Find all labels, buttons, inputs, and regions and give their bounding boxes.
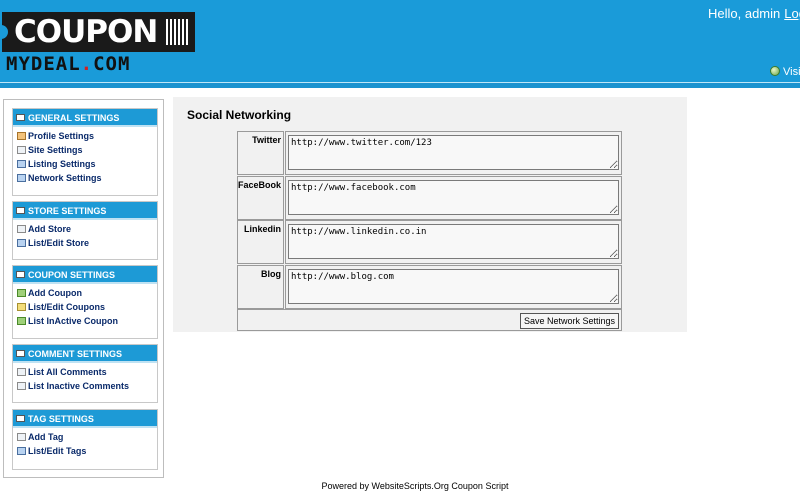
field-label: Twitter (237, 131, 284, 175)
header-bottom-bar (0, 83, 800, 88)
logo-word: COUPON (14, 14, 158, 50)
logo-com: COM (93, 53, 131, 75)
sidebar-item-label: Add Store (28, 224, 72, 234)
blog-url-input[interactable]: http://www.blog.com (288, 269, 619, 304)
ticket-notch (0, 25, 8, 39)
header: COUPON MYDEAL.COM Hello, adminLog Visi (0, 0, 800, 88)
settings-icon (16, 114, 25, 121)
panel-title: GENERAL SETTINGS (28, 113, 120, 123)
logo-mydeal: MYDEAL (6, 53, 81, 75)
sidebar-item-list-edit-store[interactable]: List/Edit Store (17, 236, 157, 250)
tag-icon (16, 415, 25, 422)
logout-link[interactable]: Log (784, 6, 800, 21)
panel-title: TAG SETTINGS (28, 414, 94, 424)
panel-header: TAG SETTINGS (13, 410, 157, 428)
field-cell: http://www.blog.com (285, 265, 622, 309)
sidebar: GENERAL SETTINGS Profile Settings Site S… (3, 99, 164, 478)
coupon-icon (16, 271, 25, 278)
folder-icon (17, 303, 26, 311)
list-icon (17, 160, 26, 168)
add-coupon-icon (17, 289, 26, 297)
sidebar-item-list-inactive-comments[interactable]: List Inactive Comments (17, 379, 157, 393)
page-icon (17, 146, 26, 154)
form-row-twitter: Twitter http://www.twitter.com/123 (237, 131, 622, 175)
panel-general-settings: GENERAL SETTINGS Profile Settings Site S… (12, 108, 158, 196)
sidebar-item-add-coupon[interactable]: Add Coupon (17, 286, 157, 300)
panel-header: COMMENT SETTINGS (13, 345, 157, 363)
linkedin-url-input[interactable]: http://www.linkedin.co.in (288, 224, 619, 259)
panel-title: STORE SETTINGS (28, 206, 107, 216)
globe-icon (770, 66, 780, 76)
store-icon (16, 207, 25, 214)
site-logo[interactable]: COUPON MYDEAL.COM (0, 12, 196, 75)
sidebar-item-label: List All Comments (28, 367, 107, 377)
sidebar-item-listing-settings[interactable]: Listing Settings (17, 157, 157, 171)
field-cell: http://www.twitter.com/123 (285, 131, 622, 175)
panel-header: COUPON SETTINGS (13, 266, 157, 284)
twitter-url-input[interactable]: http://www.twitter.com/123 (288, 135, 619, 170)
logo-coupon-text: COUPON (0, 12, 195, 52)
field-cell: http://www.linkedin.co.in (285, 220, 622, 264)
panel-header: STORE SETTINGS (13, 202, 157, 220)
panel-title: COMMENT SETTINGS (28, 349, 122, 359)
sidebar-item-label: Add Tag (28, 432, 64, 442)
field-label: FaceBook (237, 176, 284, 220)
sidebar-item-label: List/Edit Coupons (28, 302, 105, 312)
footer: Powered by WebsiteScripts.Org Coupon Scr… (321, 481, 509, 491)
greeting-text: Hello, admin (708, 6, 781, 21)
panel-title: COUPON SETTINGS (28, 270, 116, 280)
visit-site-label: Visi (783, 66, 800, 78)
sidebar-item-add-store[interactable]: Add Store (17, 222, 157, 236)
sidebar-item-list-edit-tags[interactable]: List/Edit Tags (17, 444, 157, 458)
code-icon (17, 447, 26, 455)
network-icon (17, 174, 26, 182)
form-row-facebook: FaceBook http://www.facebook.com (237, 176, 622, 220)
form-actions: Save Network Settings (237, 309, 622, 331)
panel-store-settings: STORE SETTINGS Add Store List/Edit Store (12, 201, 158, 260)
sidebar-item-label: Add Coupon (28, 288, 82, 298)
barcode-icon (166, 19, 188, 45)
logo-dot: . (80, 53, 94, 75)
panel-comment-settings: COMMENT SETTINGS List All Comments List … (12, 344, 158, 403)
sidebar-item-list-edit-coupons[interactable]: List/Edit Coupons (17, 300, 157, 314)
sidebar-item-add-tag[interactable]: Add Tag (17, 430, 157, 444)
comment-icon (16, 350, 25, 357)
main-content: Social Networking Twitter http://www.twi… (173, 97, 687, 332)
field-cell: http://www.facebook.com (285, 176, 622, 220)
logo-domain-text: MYDEAL.COM (6, 53, 130, 75)
facebook-url-input[interactable]: http://www.facebook.com (288, 180, 619, 215)
form-row-linkedin: Linkedin http://www.linkedin.co.in (237, 220, 622, 264)
field-label: Blog (237, 265, 284, 309)
comment-list-icon (17, 382, 26, 390)
save-network-settings-button[interactable]: Save Network Settings (519, 313, 619, 329)
list-icon (17, 317, 26, 325)
sidebar-item-list-all-comments[interactable]: List All Comments (17, 365, 157, 379)
sidebar-item-site-settings[interactable]: Site Settings (17, 143, 157, 157)
sidebar-item-label: List Inactive Comments (28, 381, 130, 391)
sidebar-item-label: List/Edit Store (28, 238, 90, 248)
sidebar-item-label: Profile Settings (28, 131, 95, 141)
comment-list-icon (17, 368, 26, 376)
sidebar-item-label: List/Edit Tags (28, 446, 87, 456)
sidebar-item-label: Listing Settings (28, 159, 96, 169)
panel-header: GENERAL SETTINGS (13, 109, 157, 127)
field-label: Linkedin (237, 220, 284, 264)
home-icon (17, 132, 26, 140)
sidebar-item-label: List InActive Coupon (28, 316, 118, 326)
sidebar-item-label: Network Settings (28, 173, 102, 183)
user-greeting: Hello, adminLog (708, 6, 800, 21)
add-page-icon (17, 225, 26, 233)
panel-tag-settings: TAG SETTINGS Add Tag List/Edit Tags (12, 409, 158, 470)
sidebar-item-network-settings[interactable]: Network Settings (17, 171, 157, 185)
add-tag-icon (17, 433, 26, 441)
page-title: Social Networking (187, 108, 292, 122)
sidebar-item-label: Site Settings (28, 145, 83, 155)
form-row-blog: Blog http://www.blog.com (237, 265, 622, 309)
sidebar-item-profile-settings[interactable]: Profile Settings (17, 129, 157, 143)
sidebar-item-list-inactive-coupon[interactable]: List InActive Coupon (17, 314, 157, 328)
panel-coupon-settings: COUPON SETTINGS Add Coupon List/Edit Cou… (12, 265, 158, 339)
list-icon (17, 239, 26, 247)
visit-site-link[interactable]: Visi (770, 66, 800, 78)
